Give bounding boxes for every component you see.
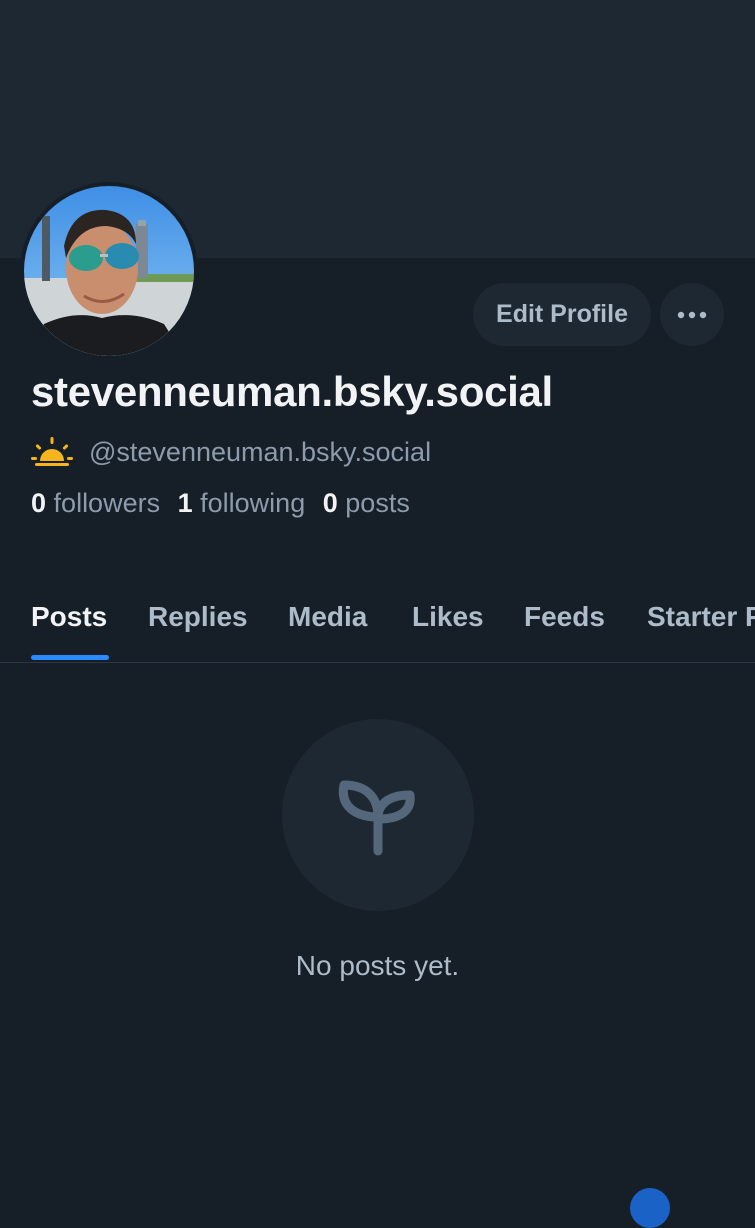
- followers-label: followers: [53, 488, 161, 518]
- followers-count: 0: [31, 488, 47, 518]
- display-name: stevenneuman.bsky.social: [31, 368, 553, 415]
- tab-likes[interactable]: Likes: [412, 601, 484, 633]
- tab-replies[interactable]: Replies: [148, 601, 248, 633]
- tab-feeds[interactable]: Feeds: [524, 601, 605, 633]
- tab-starter-packs[interactable]: Starter Packs: [647, 601, 755, 633]
- empty-state-badge: [282, 719, 474, 911]
- followers-stat[interactable]: 0 followers: [31, 488, 160, 518]
- profile-tabs: Posts Replies Media Likes Feeds Starter …: [0, 585, 755, 663]
- avatar[interactable]: [20, 182, 198, 360]
- tab-media[interactable]: Media: [288, 601, 367, 633]
- sunrise-icon: [31, 437, 73, 466]
- avatar-photo: [24, 186, 194, 356]
- following-label: following: [200, 488, 306, 518]
- tab-posts[interactable]: Posts: [31, 601, 107, 633]
- empty-state-text: No posts yet.: [295, 950, 460, 981]
- profile-stats: 0 followers 1 following 0 posts: [31, 488, 420, 519]
- handle-row: @stevenneuman.bsky.social: [31, 432, 431, 472]
- edit-profile-button[interactable]: Edit Profile: [473, 283, 651, 346]
- following-count: 1: [177, 488, 193, 518]
- following-stat[interactable]: 1 following: [178, 488, 306, 518]
- profile-handle: @stevenneuman.bsky.social: [89, 436, 432, 467]
- posts-count: 0: [322, 488, 338, 518]
- posts-stat: 0 posts: [323, 488, 410, 518]
- posts-label: posts: [345, 488, 410, 518]
- ellipsis-icon: [677, 311, 707, 318]
- seedling-icon: [338, 780, 415, 856]
- active-tab-indicator: [31, 655, 109, 660]
- more-options-button[interactable]: [660, 283, 724, 346]
- compose-button[interactable]: [630, 1188, 670, 1228]
